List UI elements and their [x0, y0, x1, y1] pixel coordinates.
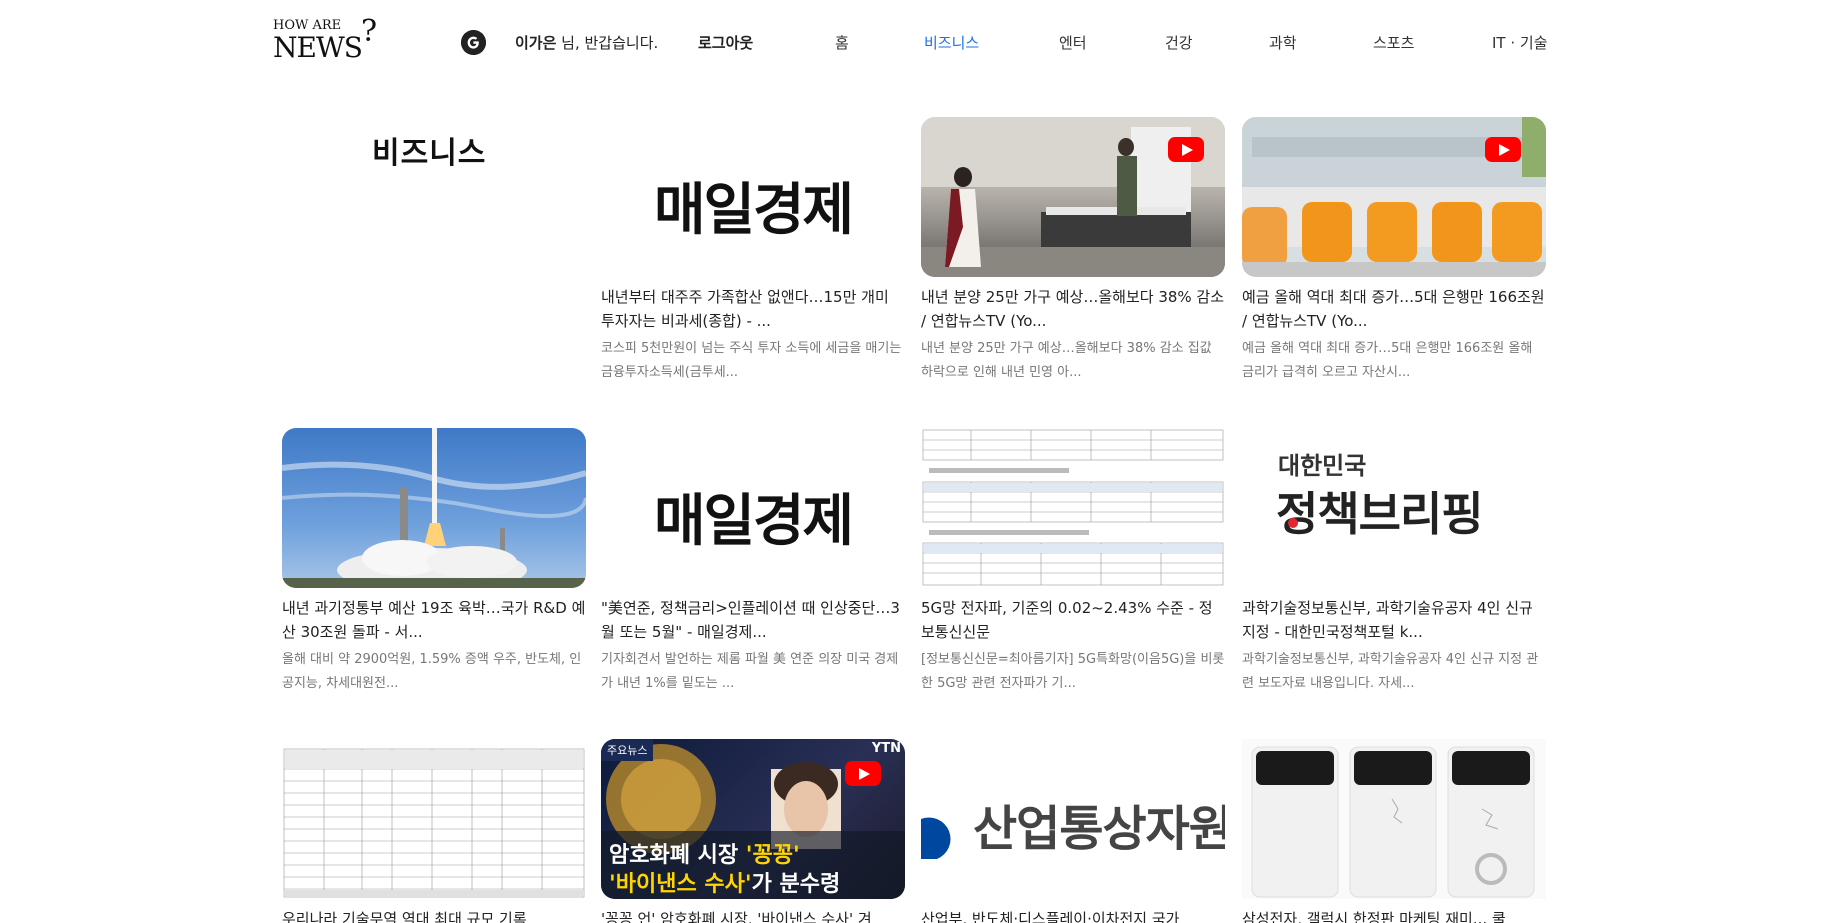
news-card[interactable]: 내년 과기정통부 예산 19조 육박…국가 R&D 예산 30조원 돌파 - 서… — [282, 428, 586, 696]
top-header: HOW ARE NEWS ? 이가은 님, 반갑습니다. 로그아웃 홈 비즈니스… — [0, 0, 1829, 90]
thumb-wordmark: 매일경제 — [653, 178, 854, 243]
card-title[interactable]: 우리나라 기술무역 역대 최대 규모 기록 — [282, 907, 586, 923]
news-card[interactable]: 주요뉴스 YTN 암호화폐 시장 '꽁꽁' '바이낸스 수사'가 분수령 '꽁꽁… — [601, 739, 905, 923]
thumb-headline-part: 암호화폐 시장 — [609, 843, 746, 868]
thumb-headline-highlight: '바이낸스 수사' — [609, 872, 752, 897]
nav-health[interactable]: 건강 — [1165, 32, 1193, 53]
user-name: 이가은 — [515, 34, 557, 52]
card-title[interactable]: 삼성전자, 갤럭시 한정판 마케팅 재미... 쿨 — [1242, 907, 1546, 923]
card-title[interactable]: 내년부터 대주주 가족합산 없앤다…15만 개미 투자자는 비과세(종합) - … — [601, 285, 905, 333]
thumbnail-ministry-logo: 산업통상자원 — [921, 739, 1225, 899]
card-desc: 코스피 5천만원이 넘는 주식 투자 소득에 세금을 매기는 금융투자소득세(금… — [601, 341, 902, 380]
nav-entertainment[interactable]: 엔터 — [1059, 32, 1087, 53]
youtube-play-icon[interactable] — [845, 761, 881, 786]
thumb-tag: 주요뉴스 — [601, 739, 654, 761]
nav-science[interactable]: 과학 — [1269, 32, 1297, 53]
card-title[interactable]: 예금 올해 역대 최대 증가…5대 은행만 166조원 / 연합뉴스TV (Yo… — [1242, 285, 1546, 333]
card-desc: 기자회견서 발언하는 제롬 파월 美 연준 의장 미국 경제가 내년 1%를 밑… — [601, 652, 899, 691]
news-card[interactable]: 매일경제 내년부터 대주주 가족합산 없앤다…15만 개미 투자자는 비과세(종… — [601, 117, 905, 385]
section-title: 비즈니스 — [372, 136, 487, 171]
card-desc: 내년 분양 25만 가구 예상…올해보다 38% 감소 집값 하락으로 인해 내… — [921, 341, 1212, 380]
card-desc: 과학기술정보통신부, 과학기술유공자 4인 신규 지정 관련 보도자료 내용입니… — [1242, 652, 1539, 691]
nav-it-tech[interactable]: IT · 기술 — [1492, 32, 1548, 53]
card-desc: 예금 올해 역대 최대 증가…5대 은행만 166조원 올해 금리가 급격히 오… — [1242, 341, 1533, 380]
thumb-headline-highlight: '꽁꽁' — [745, 843, 800, 868]
news-card[interactable]: 매일경제 "美연준, 정책금리>인플레이션 때 인상중단…3월 또는 5월" -… — [601, 428, 905, 696]
logout-button[interactable]: 로그아웃 — [698, 32, 753, 53]
thumb-logo-top: 대한민국 — [1278, 452, 1367, 480]
logo-mark: ? — [361, 14, 378, 49]
news-card[interactable]: 대한민국 정책브리핑 과학기술정보통신부, 과학기술유공자 4인 신규 지정 -… — [1242, 428, 1546, 696]
youtube-play-icon[interactable] — [1485, 137, 1521, 162]
thumbnail-maeil-logo: 매일경제 — [601, 117, 905, 277]
card-title[interactable]: 산업부, 반도체·디스플레이·이차전지 국가 — [921, 907, 1225, 923]
card-title[interactable]: 내년 분양 25만 가구 예상…올해보다 38% 감소 / 연합뉴스TV (Yo… — [921, 285, 1225, 333]
thumbnail-crypto-video: 주요뉴스 YTN 암호화폐 시장 '꽁꽁' '바이낸스 수사'가 분수령 — [601, 739, 905, 899]
greeting-text: 이가은 님, 반갑습니다. — [515, 32, 658, 53]
card-title[interactable]: 5G망 전자파, 기준의 0.02~2.43% 수준 - 정보통신신문 — [921, 596, 1225, 644]
thumbnail-bank-video — [1242, 117, 1546, 277]
card-title[interactable]: 과학기술정보통신부, 과학기술유공자 4인 신규 지정 - 대한민국정책포털 k… — [1242, 596, 1546, 644]
thumbnail-apartment-video — [921, 117, 1225, 277]
thumb-headline-line1: 암호화폐 시장 '꽁꽁' — [609, 837, 800, 869]
card-title[interactable]: 내년 과기정통부 예산 19조 육박…국가 R&D 예산 30조원 돌파 - 서… — [282, 596, 586, 644]
thumb-headline-part: 가 분수령 — [751, 872, 841, 897]
card-desc: [정보통신신문=최아름기자] 5G특화망(이음5G)을 비롯한 5G망 관련 전… — [921, 652, 1225, 691]
youtube-play-icon[interactable] — [1168, 137, 1204, 162]
thumb-headline-line2: '바이낸스 수사'가 분수령 — [609, 866, 840, 898]
news-card[interactable]: 삼성전자, 갤럭시 한정판 마케팅 재미... 쿨 — [1242, 739, 1546, 923]
logo-red-dot — [1288, 518, 1298, 528]
nav-sports[interactable]: 스포츠 — [1373, 32, 1414, 53]
thumb-wordmark: 산업통상자원 — [973, 801, 1225, 857]
thumbnail-trade-table — [282, 739, 586, 899]
greeting-suffix: 님, 반갑습니다. — [556, 34, 659, 52]
site-logo[interactable]: HOW ARE NEWS ? — [273, 14, 383, 66]
thumb-wordmark: 매일경제 — [653, 489, 854, 554]
logo-line2: NEWS — [273, 31, 363, 64]
news-card[interactable]: 예금 올해 역대 최대 증가…5대 은행만 166조원 / 연합뉴스TV (Yo… — [1242, 117, 1546, 385]
news-card[interactable]: 우리나라 기술무역 역대 최대 규모 기록 — [282, 739, 586, 923]
news-card[interactable]: 산업통상자원 산업부, 반도체·디스플레이·이차전지 국가 — [921, 739, 1225, 923]
nav-home[interactable]: 홈 — [835, 32, 849, 53]
thumbnail-phone-cases — [1242, 739, 1546, 899]
thumbnail-rocket-launch — [282, 428, 586, 588]
card-desc: 올해 대비 약 2900억원, 1.59% 증액 우주, 반도체, 인공지능, … — [282, 652, 582, 691]
google-g-icon[interactable] — [461, 30, 486, 55]
ytn-logo: YTN — [871, 741, 901, 756]
thumbnail-policy-briefing: 대한민국 정책브리핑 — [1242, 428, 1546, 588]
nav-business[interactable]: 비즈니스 — [924, 32, 979, 53]
news-card[interactable]: 내년 분양 25만 가구 예상…올해보다 38% 감소 / 연합뉴스TV (Yo… — [921, 117, 1225, 385]
thumb-wordmark: 정책브리핑 — [1276, 487, 1484, 541]
thumbnail-maeil-logo: 매일경제 — [601, 428, 905, 588]
news-card[interactable]: 5G망 전자파, 기준의 0.02~2.43% 수준 - 정보통신신문 [정보통… — [921, 428, 1225, 696]
card-title[interactable]: '꽁꽁 언' 암호화폐 시장, '바이낸스 수사' 겨 — [601, 907, 905, 923]
thumbnail-data-table — [921, 428, 1225, 588]
card-title[interactable]: "美연준, 정책금리>인플레이션 때 인상중단…3월 또는 5월" - 매일경제… — [601, 596, 905, 644]
